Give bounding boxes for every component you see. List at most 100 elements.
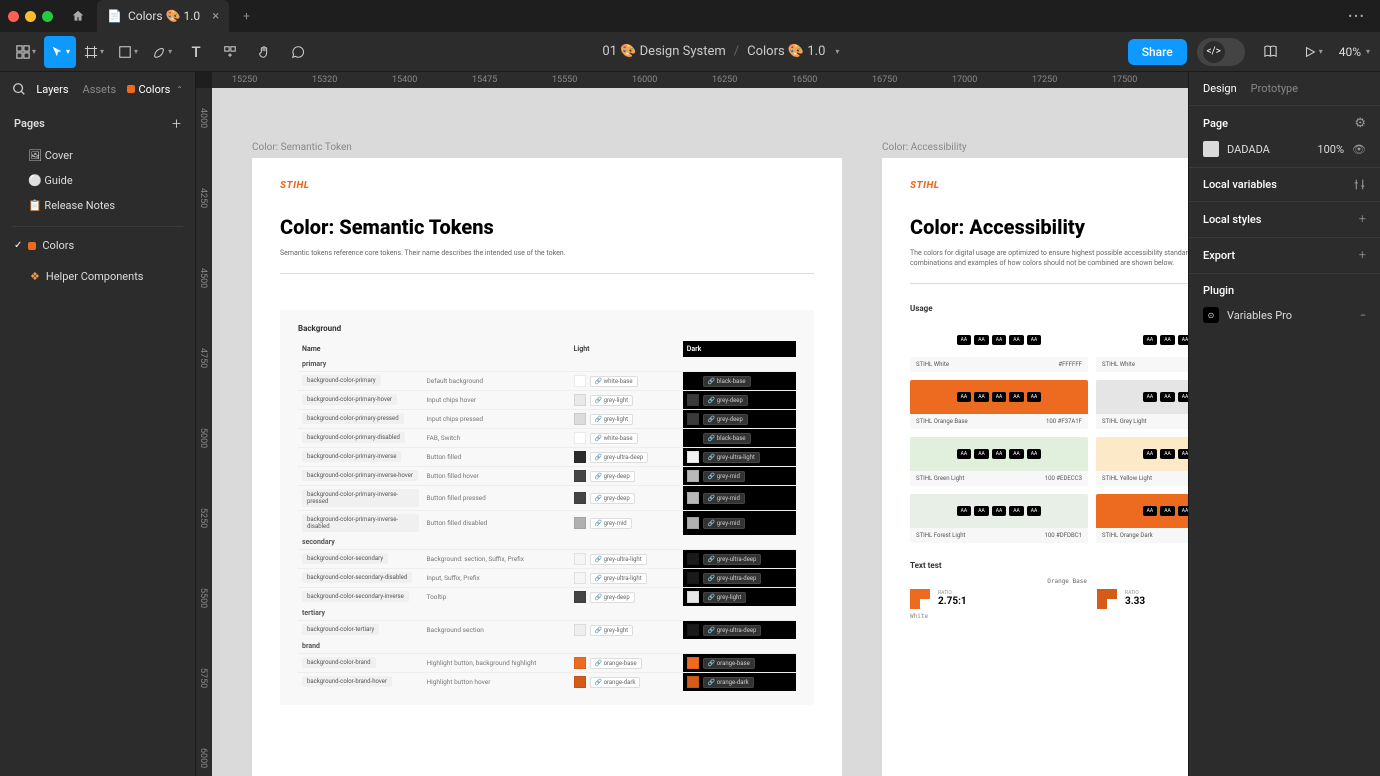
page-color-swatch[interactable] [1203,141,1219,157]
remove-plugin-button[interactable]: − [1360,309,1366,322]
vertical-ruler: 400042504500475050005250550057506000 [196,88,212,776]
design-tab[interactable]: Design [1203,82,1237,95]
page-item[interactable]: ⚪ Guide [0,168,195,193]
file-tab[interactable]: 📄 Colors 🎨 1.0 × [97,0,229,32]
frame-accessibility[interactable]: Color: Accessibility STIHL Color: Access… [882,158,1188,776]
maximize-window-icon[interactable] [42,11,53,22]
chevron-down-icon: ▾ [1366,47,1370,56]
plugin-icon: ⊙ [1203,307,1219,323]
assets-tab[interactable]: Assets [83,83,117,96]
resources-button[interactable] [214,36,246,68]
plugin-name[interactable]: Variables Pro [1227,309,1292,322]
search-icon[interactable] [12,82,26,96]
color-card: AAAAAAAAAASTIHL Orange Base100 #F37A1F [910,380,1088,429]
visibility-icon[interactable]: 👁 [1352,143,1366,156]
frame-tool-button[interactable]: ▾ [78,36,110,68]
window-controls[interactable] [8,11,53,22]
hand-tool-button[interactable] [248,36,280,68]
shape-tool-button[interactable]: ▾ [112,36,144,68]
page-description: The colors for digital usage are optimiz… [910,249,1188,269]
close-tab-icon[interactable]: × [212,9,219,24]
library-button[interactable] [1255,36,1287,68]
page-item[interactable]: 🖼 Cover [0,143,195,168]
frame-label[interactable]: Color: Semantic Token [252,142,352,153]
pages-title: Pages [14,117,45,130]
home-button[interactable] [63,1,93,31]
minimize-window-icon[interactable] [25,11,36,22]
frame-label[interactable]: Color: Accessibility [882,142,967,153]
page-indicator[interactable]: Colors⌃ [127,83,184,96]
add-style-button[interactable]: + [1359,212,1366,227]
ratio-swatch [1097,589,1117,609]
layers-tab[interactable]: Layers [36,83,68,96]
dev-mode-toggle[interactable]: </> [1197,38,1245,66]
viewport[interactable]: Color: Semantic Token STIHL Color: Seman… [212,88,1188,776]
titlebar: 📄 Colors 🎨 1.0 × + ••• [0,0,1380,32]
ratio-swatch [910,589,930,609]
adjust-icon[interactable] [1353,178,1366,191]
share-button[interactable]: Share [1128,39,1187,65]
layer-colors[interactable]: ✓Colors [0,233,195,258]
color-card: AAAAAAAAAASTIHL Yellow Light100 #FAECC3 [1096,437,1188,486]
breadcrumb-project[interactable]: 01 🎨 Design System [602,44,725,59]
color-card: AAAAAAAAAASTIHL Forest Light100 #DFDBC1 [910,494,1088,543]
component-icon: ❖ [30,270,40,283]
new-tab-button[interactable]: + [233,0,260,32]
page-item[interactable]: 📋 Release Notes [0,193,195,218]
chevron-down-icon: ▾ [32,47,36,56]
brand-logo: STIHL [910,180,1188,191]
palette-icon [127,85,135,93]
pen-tool-button[interactable]: ▾ [146,36,178,68]
prototype-tab[interactable]: Prototype [1251,82,1298,95]
main-menu-button[interactable]: ▾ [10,36,42,68]
frame-semantic-tokens[interactable]: Color: Semantic Token STIHL Color: Seman… [252,158,842,776]
ratio-value: 2.75:1 [938,596,967,607]
section-title: Background [298,324,796,333]
color-card: AAAAAAAAAASTIHL Grey Light100 #B1B1B1 [1096,380,1188,429]
local-variables-title[interactable]: Local variables [1203,178,1277,191]
breadcrumb-page[interactable]: Colors 🎨 1.0 [747,44,825,59]
left-panel: Layers Assets Colors⌃ Pages + 🖼 Cover⚪ G… [0,72,196,776]
palette-icon [28,242,36,250]
export-title[interactable]: Export [1203,249,1235,262]
plugin-title: Plugin [1203,284,1234,297]
color-card: AAAAAAAAAASTIHL Green Light100 #EDECC3 [910,437,1088,486]
usage-title: Usage [910,304,1188,313]
add-page-button[interactable]: + [172,114,181,133]
page-section-title: Page [1203,117,1228,130]
overflow-menu-button[interactable]: ••• [1342,1,1372,31]
color-card: AAAAAAAAAASTIHL White #FFFFFF [910,323,1088,372]
toolbar: ▾ ▾ ▾ ▾ ▾ T 01 🎨 Design System / Colors … [0,32,1380,72]
local-styles-title[interactable]: Local styles [1203,213,1261,226]
tab-title: Colors 🎨 1.0 [128,9,200,23]
page-title: Color: Accessibility [910,215,1188,239]
color-card: AAAAAAAAAASTIHL White #FFFFFF [1096,323,1188,372]
settings-icon[interactable]: ⚙ [1354,116,1366,131]
present-button[interactable]: ▾ [1297,36,1329,68]
home-icon [71,9,85,23]
page-color-value[interactable]: DADADA [1227,143,1270,156]
zoom-control[interactable]: 40%▾ [1339,45,1370,59]
add-export-button[interactable]: + [1359,248,1366,263]
file-icon: 📄 [107,9,122,23]
chevron-down-icon[interactable]: ▾ [835,47,839,56]
move-tool-button[interactable]: ▾ [44,36,76,68]
close-window-icon[interactable] [8,11,19,22]
right-panel: Design Prototype Page ⚙ DADADA 100% 👁 Loc… [1188,72,1380,776]
text-test-title: Text test [910,561,1188,570]
text-tool-button[interactable]: T [180,36,212,68]
page-opacity[interactable]: 100% [1317,143,1344,156]
code-icon: </> [1203,41,1225,63]
layer-helper[interactable]: ❖Helper Components [0,264,195,289]
horizontal-ruler: 1525015320154001547515550160001625016500… [212,72,1188,88]
more-icon: ••• [1348,10,1365,23]
comment-tool-button[interactable] [282,36,314,68]
page-description: Semantic tokens reference core tokens. T… [280,249,814,259]
brand-logo: STIHL [280,180,814,191]
breadcrumb[interactable]: 01 🎨 Design System / Colors 🎨 1.0 ▾ [602,44,839,59]
canvas[interactable]: 1525015320154001547515550160001625016500… [196,72,1188,776]
color-card: AAAAAAAAAASTIHL Orange Dark100 #E55A0C [1096,494,1188,543]
page-title: Color: Semantic Tokens [280,215,814,239]
check-icon: ✓ [14,240,22,251]
breadcrumb-separator: / [734,44,739,59]
